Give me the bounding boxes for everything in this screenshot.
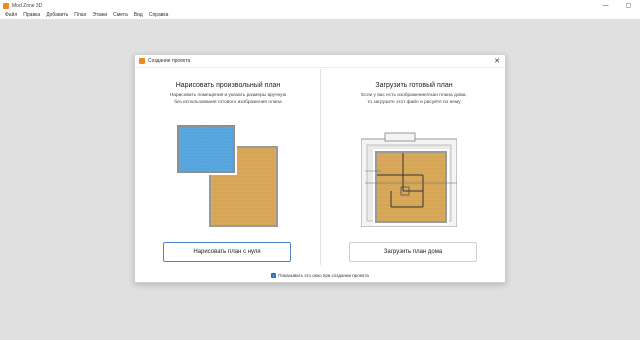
title-bar: Mod Zone 3D — ▢ <box>0 0 640 11</box>
draw-plan-panel: Нарисовать произвольный план Нарисовать … <box>135 67 321 267</box>
draw-plan-description-line: Нарисовать помещения и указать размеры в… <box>169 93 287 98</box>
menu-file[interactable]: Файл <box>5 12 17 18</box>
menu-view[interactable]: Вид <box>134 12 143 18</box>
show-on-create-label[interactable]: Показывать это окно при создании проекта <box>278 273 368 278</box>
menu-floors[interactable]: Этажи <box>92 12 107 18</box>
menu-estimate[interactable]: Смета <box>113 12 128 18</box>
draw-plan-description-line: без использования готового изображения п… <box>174 99 282 105</box>
app-logo-icon <box>3 2 9 9</box>
create-project-dialog: Создание проекта ✕ Нарисовать произвольн… <box>134 54 506 283</box>
minimize-button[interactable]: — <box>594 0 617 11</box>
close-icon[interactable]: ✕ <box>492 56 502 66</box>
app-logo-icon <box>139 58 145 64</box>
draw-plan-illustration <box>175 123 280 229</box>
maximize-button[interactable]: ▢ <box>617 0 640 11</box>
upload-plan-description: Если у вас есть изображение/скан плана д… <box>337 93 491 106</box>
menu-add[interactable]: Добавить <box>46 12 68 18</box>
dialog-title: Создание проекта <box>148 58 191 64</box>
upload-plan-description-line: то загрузите этот файл и рисуйте по нему <box>367 99 461 105</box>
upload-plan-panel: Загрузить готовый план Если у вас есть и… <box>321 67 507 267</box>
upload-plan-heading: Загрузить готовый план <box>375 82 453 89</box>
draw-plan-description: Нарисовать помещения и указать размеры в… <box>151 93 305 106</box>
dialog-footer: ✓ Показывать это окно при создании проек… <box>135 271 505 279</box>
window-controls: — ▢ <box>594 0 640 11</box>
menu-bar: Файл Правка Добавить План Этажи Смета Ви… <box>0 11 640 19</box>
show-on-create-checkbox[interactable]: ✓ <box>271 272 277 278</box>
app-title: Mod Zone 3D <box>12 2 43 9</box>
upload-plan-button[interactable]: Загрузить план дома <box>349 242 477 262</box>
floor-plan-illustration <box>361 132 457 227</box>
draw-plan-heading: Нарисовать произвольный план <box>175 82 281 89</box>
menu-edit[interactable]: Правка <box>23 12 40 18</box>
menu-plan[interactable]: План <box>74 12 86 18</box>
menu-help[interactable]: Справка <box>149 12 169 18</box>
draw-plan-button[interactable]: Нарисовать план с нуля <box>163 242 291 262</box>
